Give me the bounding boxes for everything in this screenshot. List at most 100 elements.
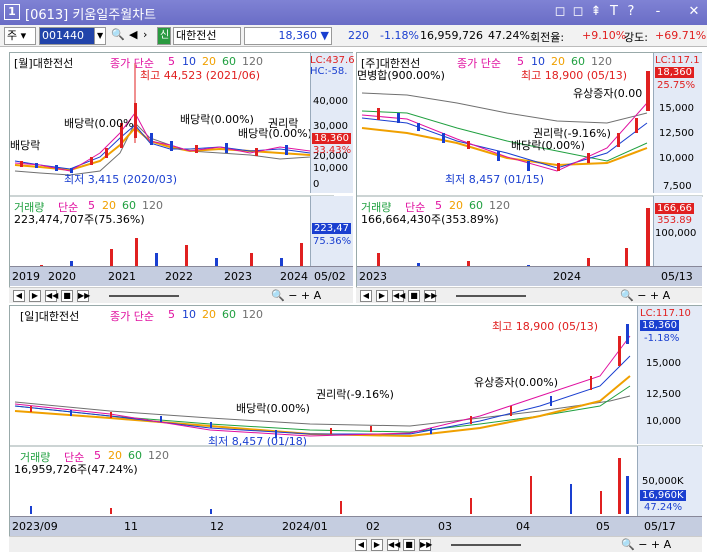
forward-icon[interactable]: ▶▶ [424,290,437,302]
daily-scrollbar[interactable]: ◀ ▶ ◀◀ ■ ▶▶ 🔍 − + A [9,536,702,552]
stop-icon[interactable]: ■ [408,290,420,302]
layout-icon[interactable]: ◻ [552,4,568,19]
monthly-rights: 권리락 [268,117,299,130]
help-icon[interactable]: ? [623,4,639,19]
monthly-div2: 배당락(0.00% [64,117,134,130]
weekly-pct-tag: 25.75% [657,80,696,91]
monthly-x-2021: 2021 [108,270,136,283]
play-icon[interactable]: ▶ [371,539,383,551]
daily-ma-10: 10 [182,308,196,321]
daily-x-02: 02 [366,520,380,533]
text-icon[interactable]: T [606,4,622,19]
monthly-x-0502: 05/02 [314,270,346,283]
monthly-scrollbar[interactable]: ◀ ▶ ◀◀ ■ ▶▶ 🔍 − + A [9,287,353,303]
stop-icon[interactable]: ■ [61,290,73,302]
monthly-vol-value: 223,474,707주(75.36%) [14,213,145,226]
daily-x-04: 04 [516,520,530,533]
rewind-icon[interactable]: ◀◀ [45,290,58,302]
daily-chart-canvas[interactable] [10,306,703,537]
monthly-x-2022: 2022 [165,270,193,283]
forward-icon[interactable]: ▶▶ [419,539,432,551]
monthly-hc: HC:-58. [310,66,348,77]
speaker-icon[interactable]: ◀ [127,27,139,45]
copy-icon[interactable]: ◻ [570,4,586,19]
next-icon[interactable]: › [141,27,155,45]
weekly-y-7500: 7,500 [663,181,692,192]
daily-x-03: 03 [438,520,452,533]
monthly-y-10000: 10,000 [313,163,348,174]
weekly-vol-pct: 353.89 [657,215,692,226]
weekly-vol-axis-label: 100,000 [655,228,697,239]
zoom-controls-icon[interactable]: 🔍 − + A [620,289,670,302]
monthly-pct-tag: 33.43% [313,145,352,156]
monthly-x-2019: 2019 [12,270,40,283]
zoom-slider[interactable] [109,295,179,297]
daily-ma-20: 20 [202,308,216,321]
search-icon[interactable]: 🔍 [109,27,125,45]
weekly-x-0513: 05/13 [661,270,693,283]
daily-div: 배당락(0.00%) [236,402,310,415]
daily-capital: 유상증자(0.00%) [474,376,559,389]
window-title: [0613] 키움일주월차트 [25,8,157,23]
weekly-high-label: 최고 18,900 (05/13) [521,69,628,82]
weekly-low-label: 최저 8,457 (01/15) [445,173,545,186]
daily-vol-pct: 47.24% [644,502,683,513]
monthly-vol-ma-120: 120 [142,199,163,212]
daily-vol-value: 16,959,726주(47.24%) [14,463,138,476]
weekly-lc: LC:117.1 [655,55,700,66]
play-icon[interactable]: ▶ [376,290,388,302]
minimize-button[interactable]: - [650,4,666,19]
daily-y-10000: 10,000 [646,416,681,427]
weekly-vol-tag: 166,66 [655,203,694,214]
rewind-icon[interactable]: ◀◀ [387,539,400,551]
volume-value: 16,959,726 [420,29,483,42]
code-dropdown-icon[interactable]: ▼ [94,27,106,45]
zoom-controls-icon[interactable]: 🔍 − + A [621,538,671,551]
forward-icon[interactable]: ▶▶ [77,290,90,302]
first-icon[interactable]: ◀ [13,290,25,302]
monthly-x-2020: 2020 [48,270,76,283]
daily-ma-5: 5 [168,308,175,321]
monthly-y-30000: 30,000 [313,121,348,132]
daily-x-axis: 2023/09 11 12 2024/01 02 03 04 05 05/17 [10,516,702,536]
monthly-chart-canvas[interactable] [10,53,354,288]
weekly-chart-panel: [주]대한전선 종가 단순 5 10 20 60 120 면병합(900.00%… [356,52,703,288]
daily-price-tag: 18,360 [640,320,679,331]
weekly-price-tag: 18,360 [655,67,694,78]
market-select[interactable]: 주 ▾ [4,27,36,45]
pin-icon[interactable]: ⇞ [588,4,604,19]
first-icon[interactable]: ◀ [360,290,372,302]
zoom-controls-icon[interactable]: 🔍 − + A [271,289,321,302]
weekly-y-10000: 10,000 [659,153,694,164]
rewind-icon[interactable]: ◀◀ [392,290,405,302]
daily-ma-60: 60 [222,308,236,321]
daily-y-15000: 15,000 [646,358,681,369]
daily-x-05: 05 [596,520,610,533]
turnover-label: 회전율: [530,31,565,44]
first-icon[interactable]: ◀ [355,539,367,551]
monthly-vol-tag: 223,47 [312,223,351,234]
monthly-chart-panel: [월]대한전선 종가 단순 5 10 20 60 120 최고 44,523 (… [9,52,355,288]
zoom-slider[interactable] [456,295,526,297]
stop-icon[interactable]: ■ [403,539,415,551]
volume-pct: 47.24% [488,29,530,42]
monthly-lc: LC:437.6 [310,55,355,66]
weekly-scrollbar[interactable]: ◀ ▶ ◀◀ ■ ▶▶ 🔍 − + A [356,287,702,303]
play-icon[interactable]: ▶ [29,290,41,302]
weekly-div: 배당락(0.00%) [511,139,585,152]
daily-x-12: 12 [210,520,224,533]
change-value: 220 [348,29,369,42]
zoom-slider[interactable] [451,544,521,546]
monthly-x-2024: 2024 [280,270,308,283]
weekly-y-15000: 15,000 [659,103,694,114]
monthly-y-0: 0 [313,179,320,190]
daily-low-label: 최저 8,457 (01/18) [208,435,308,448]
daily-pct-tag: -1.18% [644,333,680,344]
close-button[interactable]: ✕ [686,4,702,19]
window-number: 1 [4,4,20,20]
monthly-high-label: 최고 44,523 (2021/06) [140,69,261,82]
strength-value: +69.71% [655,29,707,42]
weekly-x-2024: 2024 [553,270,581,283]
weekly-merge: 면병합(900.00%) [357,69,445,82]
monthly-div1: 배당락 [10,139,41,152]
